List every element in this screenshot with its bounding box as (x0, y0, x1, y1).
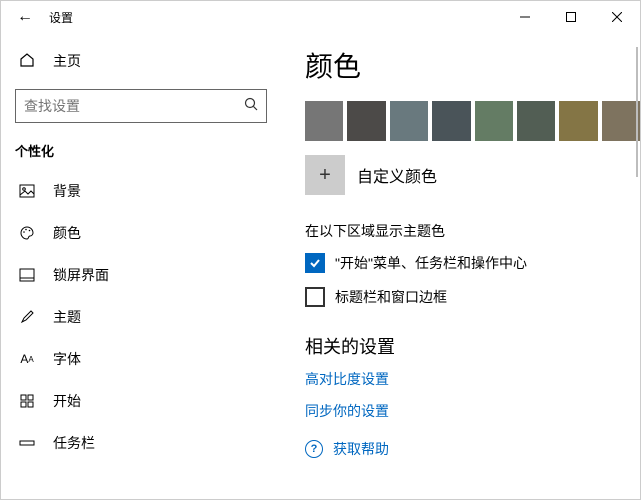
sidebar-group-title: 个性化 (1, 137, 281, 170)
color-swatch[interactable] (475, 101, 513, 141)
sidebar-item-colors[interactable]: 颜色 (1, 212, 281, 254)
taskbar-icon (19, 435, 35, 451)
palette-icon (19, 225, 35, 241)
sidebar-item-background[interactable]: 背景 (1, 170, 281, 212)
help-label: 获取帮助 (333, 439, 389, 459)
get-help-link[interactable]: ? 获取帮助 (305, 439, 640, 459)
sidebar-item-start[interactable]: 开始 (1, 380, 281, 422)
color-swatch[interactable] (432, 101, 470, 141)
color-swatch[interactable] (517, 101, 555, 141)
sidebar-item-lockscreen[interactable]: 锁屏界面 (1, 254, 281, 296)
start-icon (19, 393, 35, 409)
main-content: 颜色 + 自定义颜色 在以下区域显示主题色 "开始"菜单、任务栏和操作中心 标题… (281, 33, 640, 501)
nav-label: 字体 (53, 349, 81, 369)
color-swatch[interactable] (390, 101, 428, 141)
check-label: 标题栏和窗口边框 (335, 287, 447, 307)
sidebar-item-themes[interactable]: 主题 (1, 296, 281, 338)
checkbox-icon (305, 287, 325, 307)
sidebar-item-taskbar[interactable]: 任务栏 (1, 422, 281, 464)
scrollbar-thumb[interactable] (636, 47, 638, 177)
custom-color-button[interactable]: + (305, 155, 345, 195)
nav-label: 背景 (53, 181, 81, 201)
search-input[interactable] (15, 89, 267, 123)
color-swatch[interactable] (305, 101, 343, 141)
close-button[interactable] (594, 1, 640, 33)
search-icon (244, 97, 258, 116)
nav-label: 颜色 (53, 223, 81, 243)
custom-color-label: 自定义颜色 (357, 163, 437, 187)
check-titlebars[interactable]: 标题栏和窗口边框 (305, 287, 640, 307)
check-start-taskbar[interactable]: "开始"菜单、任务栏和操作中心 (305, 253, 640, 273)
check-label: "开始"菜单、任务栏和操作中心 (335, 253, 527, 273)
brush-icon (19, 309, 35, 325)
font-icon: AA (19, 351, 35, 367)
lockscreen-icon (19, 267, 35, 283)
home-label: 主页 (53, 51, 81, 71)
checkbox-icon (305, 253, 325, 273)
maximize-button[interactable] (548, 1, 594, 33)
window-title: 设置 (49, 9, 73, 26)
link-sync-settings[interactable]: 同步你的设置 (305, 401, 640, 421)
home-icon (19, 52, 35, 71)
sidebar-item-home[interactable]: 主页 (1, 41, 281, 81)
help-icon: ? (305, 440, 323, 458)
nav-label: 锁屏界面 (53, 265, 109, 285)
accent-section-label: 在以下区域显示主题色 (305, 221, 640, 241)
picture-icon (19, 183, 35, 199)
link-high-contrast[interactable]: 高对比度设置 (305, 369, 640, 389)
nav-label: 开始 (53, 391, 81, 411)
minimize-button[interactable] (502, 1, 548, 33)
color-swatches (305, 101, 640, 141)
color-swatch[interactable] (347, 101, 385, 141)
search-field[interactable] (24, 98, 244, 114)
nav-label: 任务栏 (53, 433, 95, 453)
color-swatch[interactable] (602, 101, 640, 141)
color-swatch[interactable] (559, 101, 597, 141)
sidebar: 主页 个性化 背景 颜色 锁屏界面 主题 AA 字体 开始 (1, 33, 281, 501)
page-title: 颜色 (305, 45, 640, 85)
nav-label: 主题 (53, 307, 81, 327)
related-title: 相关的设置 (305, 333, 640, 359)
sidebar-item-fonts[interactable]: AA 字体 (1, 338, 281, 380)
back-button[interactable]: ← (1, 8, 49, 26)
